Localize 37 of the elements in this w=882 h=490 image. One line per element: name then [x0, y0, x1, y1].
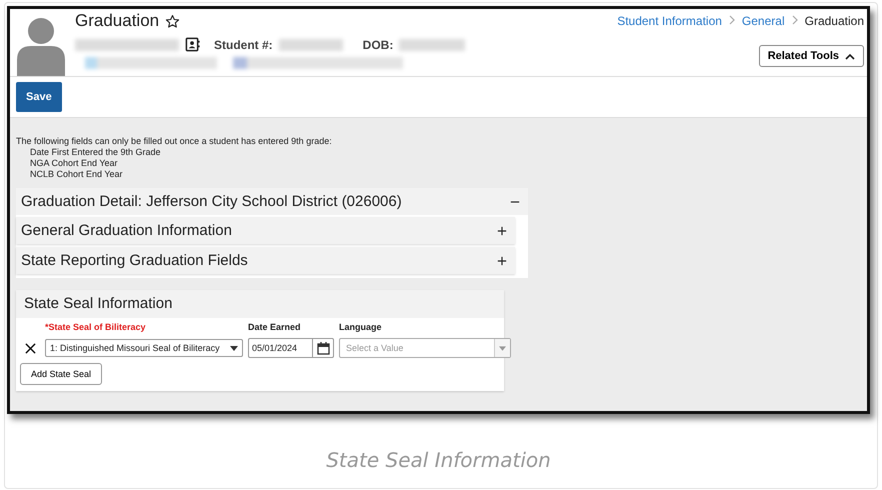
seal-dropdown[interactable]: 1: Distinguished Missouri Seal of Biliteracy: [45, 339, 243, 357]
student-number-label: Student #:: [214, 38, 273, 52]
add-state-seal-button[interactable]: Add State Seal: [20, 363, 102, 385]
save-button[interactable]: Save: [16, 82, 62, 112]
section-title: State Reporting Graduation Fields: [21, 252, 248, 269]
accordion-header[interactable]: General Graduation Information: [16, 217, 515, 244]
notice-field-item: NCLB Cohort End Year: [29, 169, 124, 180]
section-title: Graduation Detail: Jefferson City School District (026006): [21, 193, 402, 210]
notice-text: The following fields can only be filled out once a student has entered 9th grade:: [16, 136, 333, 147]
remove-icon[interactable]: [24, 342, 36, 354]
person-silhouette-icon: [17, 16, 65, 76]
caret-icon: [499, 346, 506, 350]
expand-icon[interactable]: [497, 226, 507, 236]
column-label: *State Seal of Biliteracy: [45, 322, 147, 332]
blurred-number: [278, 38, 343, 50]
current-page-label: Graduation: [804, 14, 864, 28]
contact-card-icon[interactable]: [185, 37, 200, 52]
section-title: General Graduation Information: [21, 222, 232, 239]
column-label: Date Earned: [248, 322, 302, 332]
related-tools-button[interactable]: Related Tools: [758, 45, 864, 67]
caret-icon: [230, 346, 238, 350]
breadcrumb-link[interactable]: General: [742, 14, 785, 28]
caret-icon: [845, 52, 855, 60]
blurred-date: [399, 38, 466, 50]
dob-label: DOB:: [362, 38, 394, 52]
date-field[interactable]: 05/01/2024: [248, 338, 334, 358]
calendar-icon[interactable]: [316, 342, 330, 354]
star-icon[interactable]: [165, 14, 180, 28]
section-title: State Seal Information: [24, 295, 172, 312]
breadcrumb-link[interactable]: Student Information: [617, 14, 722, 28]
notice-field-item: Date First Entered the 9th Grade: [29, 147, 162, 158]
figure-caption: State Seal Information: [325, 448, 552, 472]
column-label: Language: [339, 322, 383, 332]
accordion-header[interactable]: State Reporting Graduation Fields: [16, 247, 515, 274]
page-title: Graduation: [75, 11, 160, 31]
expand-icon[interactable]: [497, 256, 507, 266]
notice-field-item: NGA Cohort End Year: [29, 158, 119, 169]
